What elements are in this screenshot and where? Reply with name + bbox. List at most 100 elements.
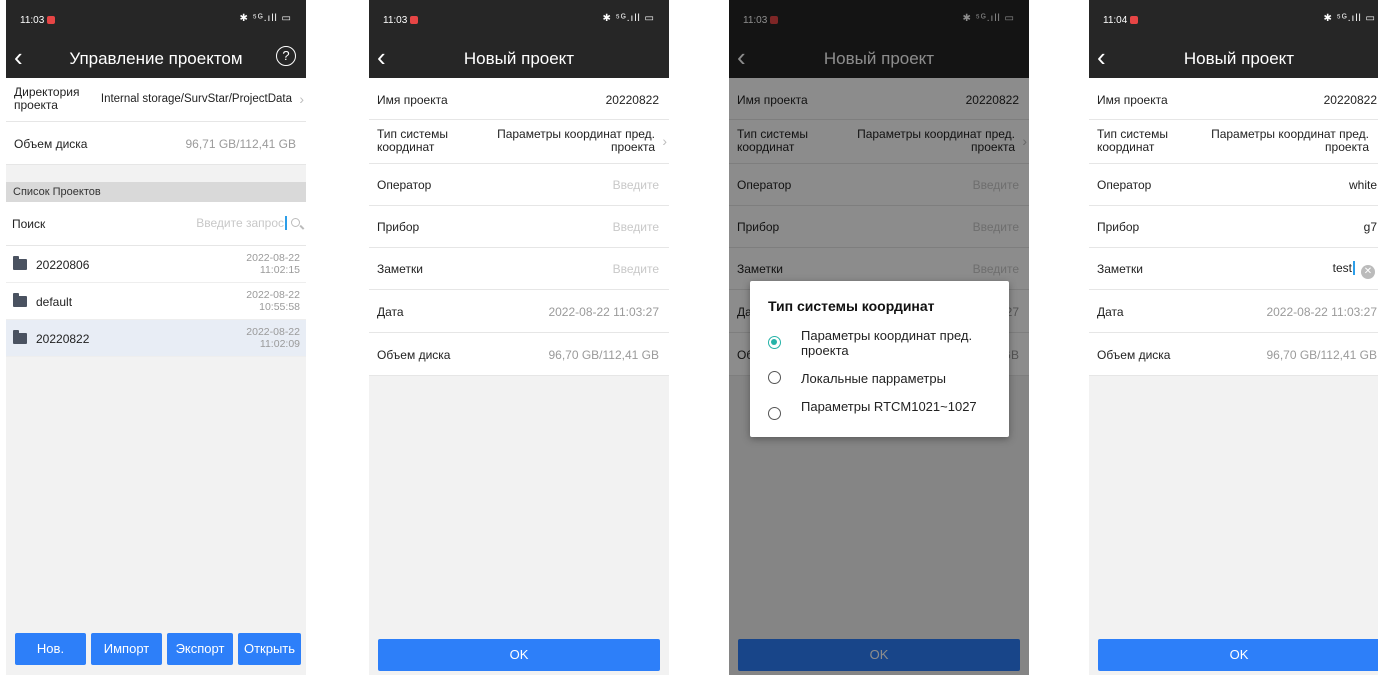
operator-input[interactable]: Введите [613, 178, 659, 192]
disk-volume-row: Объем диска 96,71 GB/112,41 GB [6, 122, 306, 165]
project-date: 2022-08-22 11:02:09 [246, 326, 300, 350]
device-row[interactable]: Прибор g7 [1089, 206, 1378, 248]
new-button[interactable]: Нов. [15, 633, 86, 665]
disk-label: Объем диска [14, 137, 88, 151]
page-title: Новый проект [1183, 49, 1295, 68]
disk-volume-row: Объем диска 96,70 GB/112,41 GB [1089, 333, 1378, 376]
notification-icon [1130, 16, 1139, 24]
title-bar: ‹ Управление проектом ? [6, 40, 306, 78]
radio-icon[interactable] [768, 371, 781, 384]
ok-button[interactable]: OK [1098, 639, 1378, 671]
page-title: Управление проектом [69, 49, 243, 68]
notification-icon [410, 16, 419, 24]
device-input[interactable]: Введите [613, 220, 659, 234]
project-name-row[interactable]: Имя проекта 20220822 [369, 78, 669, 120]
notes-row[interactable]: Заметки Введите [369, 248, 669, 290]
app-header: 11:03 ✱ ⁵ᴳ.ıll ▭ ‹ Новый проект [369, 0, 669, 78]
device-input[interactable]: g7 [1364, 220, 1377, 234]
folder-icon [13, 330, 27, 344]
disk-label: Объем диска [377, 348, 451, 362]
disk-label: Объем диска [1097, 348, 1171, 362]
notes-label: Заметки [1097, 262, 1143, 276]
text-cursor [1353, 261, 1355, 275]
date-value: 2022-08-22 11:03:27 [548, 305, 659, 319]
option-label: Параметры координат пред. проекта [801, 328, 973, 358]
notes-row[interactable]: Заметки test ✕ [1089, 248, 1378, 290]
title-bar: ‹ Новый проект [1089, 40, 1378, 78]
status-bar: 11:04 ✱ ⁵ᴳ.ıll ▭ [1089, 0, 1378, 40]
project-item-selected[interactable]: 20220822 2022-08-22 11:02:09 [6, 320, 306, 357]
screen-project-management: 11:03 ✱ ⁵ᴳ.ıll ▭ ‹ Управление проектом ?… [6, 0, 306, 675]
search-row[interactable]: Поиск Введите запрос [6, 202, 306, 246]
project-name-label: Имя проекта [377, 93, 448, 107]
project-name-value[interactable]: 20220822 [606, 93, 659, 107]
search-icon[interactable] [291, 218, 300, 227]
chevron-right-icon: › [662, 133, 667, 149]
app-header: 11:03 ✱ ⁵ᴳ.ıll ▭ ‹ Управление проектом ? [6, 0, 306, 78]
option-label: Локальные парраметры [801, 371, 946, 386]
chevron-right-icon: › [299, 91, 304, 107]
project-date: 2022-08-22 10:55:58 [246, 289, 300, 313]
coord-system-dialog: Тип системы координат Параметры координа… [750, 281, 1009, 437]
screen-new-project-filled: 11:04 ✱ ⁵ᴳ.ıll ▭ ‹ Новый проект Имя прое… [1089, 0, 1378, 675]
status-bar: 11:03 ✱ ⁵ᴳ.ıll ▭ [6, 0, 306, 40]
coord-system-label: Тип системы координат [1097, 127, 1168, 154]
coord-system-value: Параметры координат пред. проекта [497, 127, 655, 154]
project-directory-row[interactable]: Директория проекта Internal storage/Surv… [6, 78, 306, 122]
status-time: 11:03 [20, 15, 56, 26]
project-name-label: Имя проекта [1097, 93, 1168, 107]
help-icon[interactable]: ? [276, 46, 296, 66]
status-icons: ✱ ⁵ᴳ.ıll ▭ [239, 13, 292, 24]
screen-new-project: 11:03 ✱ ⁵ᴳ.ıll ▭ ‹ Новый проект Имя прое… [369, 0, 669, 675]
project-name: 20220822 [36, 332, 90, 346]
title-bar: ‹ Новый проект [369, 40, 669, 78]
project-item[interactable]: default 2022-08-22 10:55:58 [6, 283, 306, 320]
radio-icon[interactable] [768, 407, 781, 420]
operator-row[interactable]: Оператор white [1089, 164, 1378, 206]
coord-system-row[interactable]: Тип системы координат Параметры координа… [1089, 120, 1378, 164]
notes-input[interactable]: test ✕ [1333, 261, 1375, 279]
directory-value: Internal storage/SurvStar/ProjectData [100, 93, 292, 105]
option-label: Параметры RTCM1021~1027 [801, 399, 977, 414]
notes-input[interactable]: Введите [613, 262, 659, 276]
operator-label: Оператор [377, 178, 432, 192]
operator-row[interactable]: Оператор Введите [369, 164, 669, 206]
status-time: 11:03 [383, 15, 419, 26]
status-icons: ✱ ⁵ᴳ.ıll ▭ [602, 13, 655, 24]
app-header: 11:04 ✱ ⁵ᴳ.ıll ▭ ‹ Новый проект [1089, 0, 1378, 78]
directory-label: Директория проекта [14, 85, 80, 112]
date-row: Дата 2022-08-22 11:03:27 [369, 290, 669, 333]
import-button[interactable]: Импорт [91, 633, 162, 665]
ok-button[interactable]: OK [378, 639, 660, 671]
open-button[interactable]: Открыть [238, 633, 301, 665]
project-name: default [36, 295, 73, 309]
date-label: Дата [1097, 305, 1124, 319]
folder-icon [13, 293, 27, 307]
disk-value: 96,70 GB/112,41 GB [1266, 348, 1377, 362]
coord-system-row[interactable]: Тип системы координат Параметры координа… [369, 120, 669, 164]
search-input[interactable]: Введите запрос [196, 216, 300, 230]
text-cursor [285, 216, 287, 230]
clear-icon[interactable]: ✕ [1361, 265, 1375, 279]
project-item[interactable]: 20220806 2022-08-22 11:02:15 [6, 246, 306, 283]
disk-value: 96,71 GB/112,41 GB [185, 137, 296, 151]
device-row[interactable]: Прибор Введите [369, 206, 669, 248]
status-time: 11:04 [1103, 15, 1139, 26]
project-name: 20220806 [36, 258, 90, 272]
project-name-value[interactable]: 20220822 [1324, 93, 1377, 107]
coord-system-value: Параметры координат пред. проекта [1211, 127, 1369, 154]
export-button[interactable]: Экспорт [167, 633, 233, 665]
project-name-row[interactable]: Имя проекта 20220822 [1089, 78, 1378, 120]
folder-icon [13, 256, 27, 270]
date-label: Дата [377, 305, 404, 319]
radio-selected-icon[interactable] [768, 336, 781, 349]
device-label: Прибор [1097, 220, 1140, 234]
screen-new-project-dialog: 11:03 ✱ ⁵ᴳ.ıll ▭ ‹ Новый проект Имя прое… [729, 0, 1029, 675]
search-label: Поиск [12, 217, 46, 231]
operator-input[interactable]: white [1349, 178, 1377, 192]
notification-icon [47, 16, 56, 24]
date-row: Дата 2022-08-22 11:03:27 [1089, 290, 1378, 333]
project-list-header: Список Проектов [6, 182, 306, 202]
project-date: 2022-08-22 11:02:15 [246, 252, 300, 276]
